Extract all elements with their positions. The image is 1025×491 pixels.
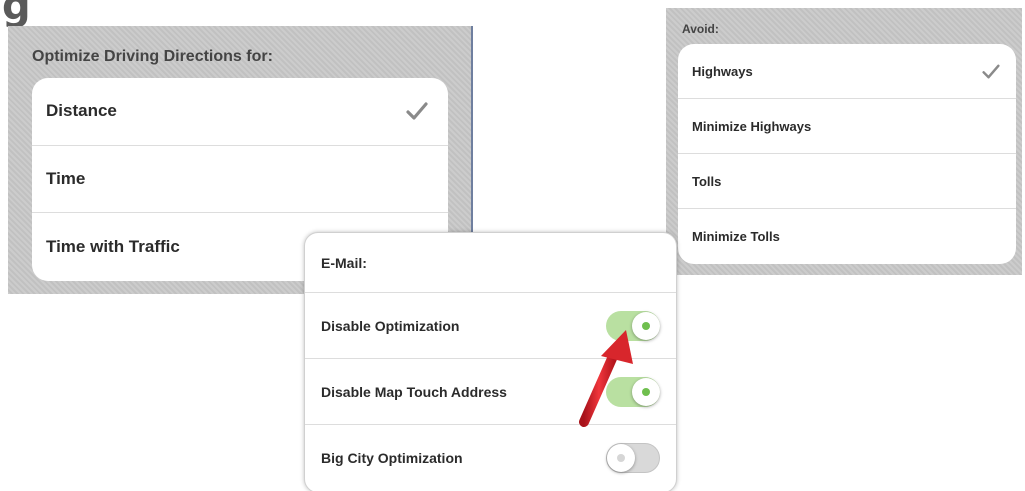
setting-label: Disable Optimization bbox=[321, 317, 460, 334]
screenshot-stage: g Optimize Driving Directions for: Dista… bbox=[0, 0, 1025, 491]
toggle-knob bbox=[607, 444, 635, 472]
setting-row-big-city-optimization[interactable]: Big City Optimization bbox=[305, 425, 676, 491]
avoid-option-highways[interactable]: Highways bbox=[678, 44, 1016, 99]
option-label: Distance bbox=[46, 101, 117, 121]
option-label: Highways bbox=[692, 63, 753, 79]
optimize-option-time[interactable]: Time bbox=[32, 146, 448, 214]
avoid-option-minimize-tolls[interactable]: Minimize Tolls bbox=[678, 209, 1016, 264]
email-setting-row[interactable]: E-Mail: bbox=[305, 233, 676, 293]
red-arrow-icon bbox=[579, 330, 633, 427]
option-label: Tolls bbox=[692, 173, 722, 189]
avoid-option-minimize-highways[interactable]: Minimize Highways bbox=[678, 99, 1016, 154]
setting-label: Big City Optimization bbox=[321, 450, 463, 466]
avoid-panel: Avoid: Highways Minimize Highways Tolls … bbox=[666, 8, 1022, 275]
avoid-option-tolls[interactable]: Tolls bbox=[678, 154, 1016, 209]
option-label: Time bbox=[46, 168, 86, 188]
check-icon bbox=[982, 64, 1000, 78]
option-label: Minimize Tolls bbox=[692, 229, 780, 244]
check-icon bbox=[406, 102, 428, 120]
option-label: Minimize Highways bbox=[692, 118, 812, 134]
avoid-options-list: Highways Minimize Highways Tolls Minimiz… bbox=[678, 44, 1016, 264]
email-label: E-Mail: bbox=[321, 254, 367, 271]
optimize-option-distance[interactable]: Distance bbox=[32, 78, 448, 146]
setting-label: Disable Map Touch Address bbox=[321, 383, 507, 400]
optimize-heading: Optimize Driving Directions for: bbox=[32, 48, 273, 65]
avoid-heading: Avoid: bbox=[682, 22, 719, 36]
cropped-heading-glyph: g bbox=[2, 0, 31, 29]
big-city-optimization-toggle[interactable] bbox=[606, 443, 660, 473]
